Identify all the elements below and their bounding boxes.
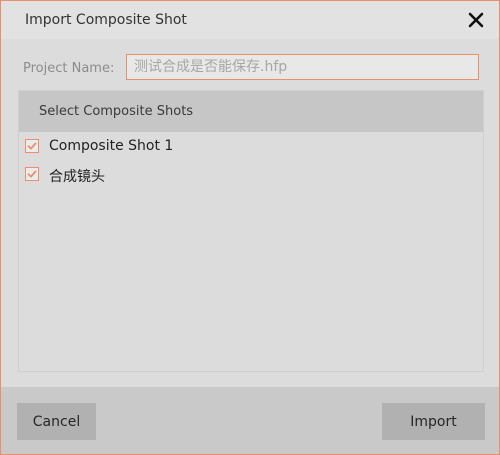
dialog-footer: Cancel Import [1,387,499,454]
close-icon [468,12,484,28]
shot-checkbox[interactable] [25,139,39,153]
shot-item-label: Composite Shot 1 [49,138,174,154]
import-button[interactable]: Import [382,403,485,440]
shot-checkbox[interactable] [25,167,39,181]
checkmark-icon [27,142,37,150]
dialog-title: Import Composite Shot [25,12,187,28]
project-name-input[interactable] [126,54,479,80]
shot-item-composite-shot-2[interactable]: 合成镜头 [19,163,483,187]
composite-shots-panel: Select Composite Shots Composite Shot 1 … [18,90,484,372]
checkmark-icon [27,170,37,178]
panel-header-label: Select Composite Shots [39,104,194,119]
close-button[interactable] [463,7,489,33]
cancel-button[interactable]: Cancel [17,403,96,440]
shot-item-label: 合成镜头 [49,169,105,185]
import-composite-shot-dialog: Import Composite Shot Project Name: Sele… [0,0,500,455]
panel-header: Select Composite Shots [19,91,483,132]
project-name-label: Project Name: [23,61,115,76]
shot-item-composite-shot-1[interactable]: Composite Shot 1 [19,135,483,159]
title-bar: Import Composite Shot [1,1,499,39]
